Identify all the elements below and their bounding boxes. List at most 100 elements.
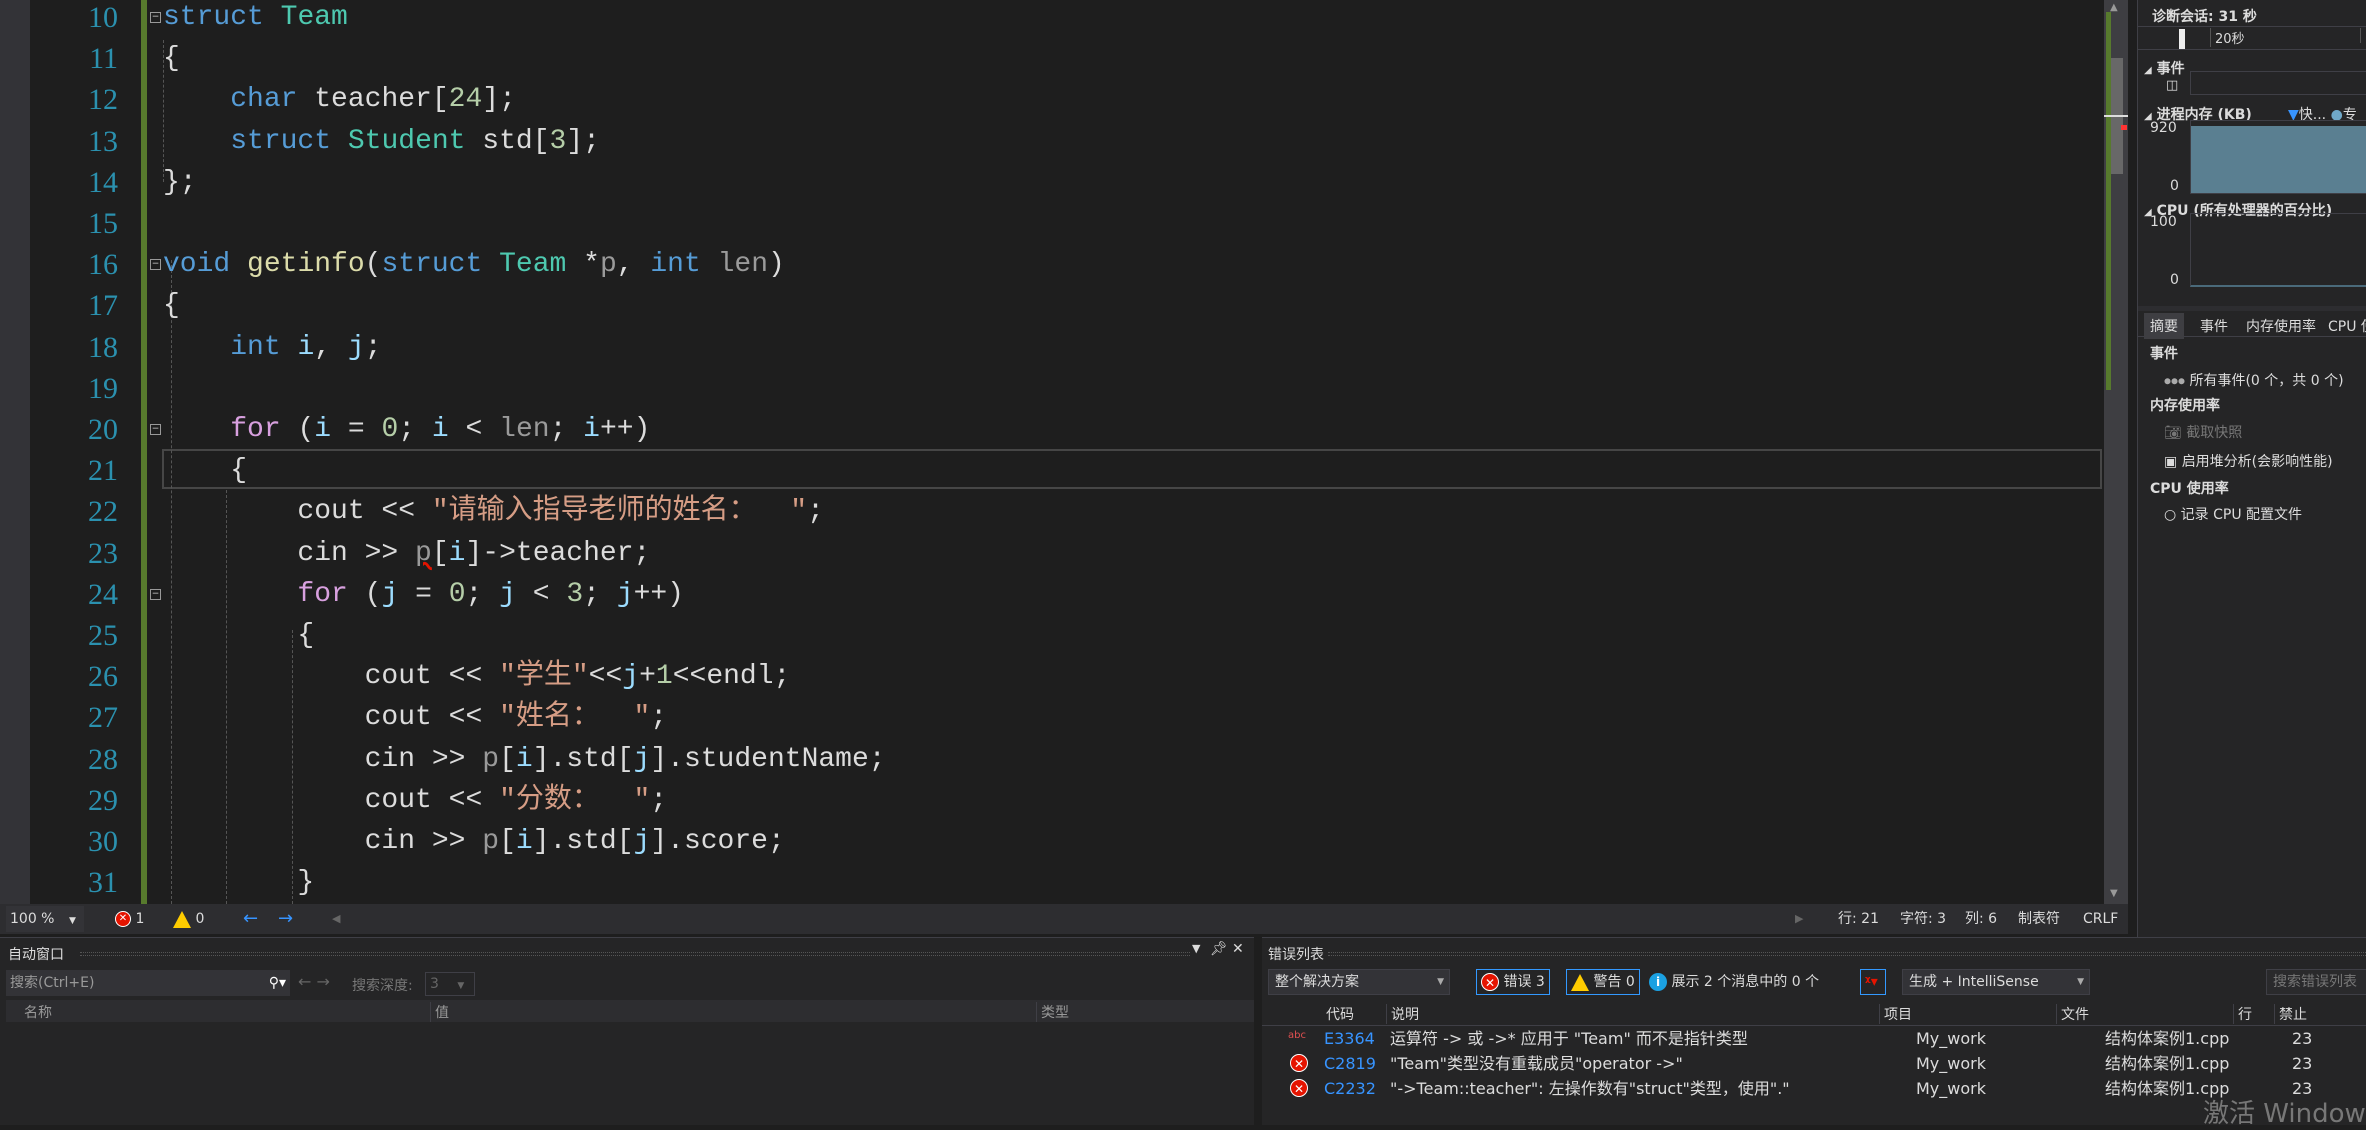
memory-usage-area [2191, 126, 2366, 193]
code-line[interactable]: cin >> p[i].std[j].studentName; [163, 739, 886, 780]
filter-button[interactable]: ᵡ▾ [1860, 969, 1886, 995]
error-search-input[interactable]: 搜索错误列表 [2266, 969, 2366, 995]
tab-cpu-usage[interactable]: CPU 使 [2328, 316, 2366, 336]
code-token: ; [364, 331, 382, 363]
pin-icon[interactable]: 📌︎ [1210, 941, 1228, 957]
column-code[interactable]: 代码 [1326, 1004, 1354, 1024]
take-snapshot-button[interactable]: 📷︎ 截取快照 [2164, 422, 2242, 442]
autos-search-input[interactable]: 搜索(Ctrl+E) ⚲▾ [6, 970, 290, 996]
editor-status-bar: 100 % ▼ ✕ 1 0 ← → ◀ ▶ 行: 21 字符: 3 列: 6 制… [0, 904, 2128, 934]
code-line[interactable]: { [163, 285, 180, 326]
messages-count: 展示 2 个消息中的 0 个 [1671, 974, 1820, 990]
code-line[interactable]: cout << "分数： "; [163, 780, 667, 821]
column-line[interactable]: 行 [2233, 1004, 2252, 1024]
error-icon: ✕ [1290, 1054, 1308, 1072]
diagnostics-tabs: 摘要 事件 内存使用率 CPU 使 [2138, 313, 2366, 339]
column-name[interactable]: 名称 [24, 1002, 52, 1022]
code-line[interactable]: int i, j; [163, 327, 382, 368]
code-token: for [297, 578, 348, 610]
tab-events[interactable]: 事件 [2200, 316, 2228, 336]
code-token: ( [280, 414, 315, 445]
fold-toggle-icon[interactable]: − [150, 259, 161, 271]
navigate-back-icon[interactable]: ← [243, 904, 258, 934]
error-code-link[interactable]: C2232 [1324, 1076, 1376, 1101]
fold-toggle-icon[interactable]: − [150, 12, 161, 23]
column-file[interactable]: 文件 [2056, 1004, 2089, 1024]
code-line[interactable]: } [163, 862, 314, 903]
code-line[interactable]: cout << "姓名： "; [163, 697, 667, 738]
column-value[interactable]: 值 [430, 1002, 449, 1022]
code-line[interactable]: struct Team [163, 0, 348, 38]
column-project[interactable]: 项目 [1879, 1004, 1912, 1024]
collapse-icon[interactable]: ◢ [2144, 65, 2152, 76]
code-line[interactable]: { [163, 38, 180, 79]
column-description[interactable]: 说明 [1386, 1004, 1419, 1024]
scroll-up-icon[interactable]: ▲ [2110, 2, 2118, 13]
zoom-dropdown[interactable]: 100 % ▼ [6, 906, 84, 932]
close-icon[interactable]: ✕ [1232, 941, 1244, 957]
tab-summary[interactable]: 摘要 [2144, 313, 2184, 339]
error-code-link[interactable]: C2819 [1324, 1051, 1376, 1076]
code-token: }; [163, 166, 197, 198]
record-cpu-profile-button[interactable]: ○ 记录 CPU 配置文件 [2164, 504, 2302, 524]
fold-toggle-icon[interactable]: − [150, 588, 161, 600]
code-line[interactable]: for (j = 0; j < 3; j++) [163, 574, 684, 615]
code-line[interactable]: }; [163, 162, 197, 203]
code-line[interactable]: for (i = 0; i < len; i++) [163, 409, 650, 450]
memory-chart[interactable] [2190, 120, 2366, 194]
errors-filter-button[interactable]: ✕ 错误 3 [1476, 969, 1550, 995]
column-suppression[interactable]: 禁止 [2274, 1004, 2307, 1024]
code-line[interactable]: char teacher[24]; [163, 79, 516, 120]
pause-icon[interactable]: ◫ [2166, 78, 2178, 93]
code-line[interactable]: cin >> p[i].std[j].score; [163, 821, 785, 862]
window-menu-icon[interactable]: ▼ [1192, 942, 1200, 955]
code-line[interactable]: cout << "学生"<<j+1<<endl; [163, 656, 791, 697]
line-number: 28 [88, 742, 118, 776]
scroll-right-icon[interactable]: ▶ [1795, 904, 1803, 934]
code-editor[interactable]: struct Team{ char teacher[24]; struct St… [0, 0, 2104, 904]
search-icon[interactable]: ⚲▾ [269, 970, 286, 996]
editor-warnings-indicator[interactable]: 0 [173, 904, 204, 934]
navigate-forward-icon[interactable]: → [278, 904, 293, 934]
code-token: ].score; [650, 826, 785, 857]
code-line[interactable]: struct Student std[3]; [163, 121, 600, 162]
tab-memory-usage[interactable]: 内存使用率 [2246, 316, 2316, 336]
splitter[interactable] [2138, 306, 2366, 311]
cursor-char: 字符: 3 [1900, 911, 1947, 927]
messages-filter-button[interactable]: i 展示 2 个消息中的 0 个 [1644, 969, 1824, 995]
code-line[interactable]: cout << "请输入指导老师的姓名： "; [163, 491, 823, 532]
code-line[interactable]: void getinfo(struct Team *p, int len) [163, 244, 785, 285]
scroll-down-icon[interactable]: ▼ [2110, 888, 2118, 899]
indent-mode[interactable]: 制表符 [2018, 904, 2060, 934]
enable-heap-profiling-button[interactable]: ▣ 启用堆分析(会影响性能) [2164, 451, 2333, 471]
search-back-icon[interactable]: ← → [298, 972, 330, 991]
timeline-ruler[interactable]: 20秒 3 [2138, 26, 2366, 50]
memory-axis-max: 920 [2150, 120, 2177, 136]
search-depth-dropdown[interactable]: 3 ▼ [425, 972, 475, 996]
error-row[interactable]: ✕ C2819 "Team"类型没有重载成员"operator ->" My_work… [1262, 1051, 2366, 1076]
code-line[interactable]: cin >> p[i]->teacher; [163, 533, 650, 574]
editor-vertical-scrollbar[interactable]: ▲ ▼ [2104, 0, 2128, 904]
current-line-highlight [162, 449, 2102, 489]
code-line[interactable]: { [163, 615, 314, 656]
code-token: p [599, 249, 617, 281]
column-type[interactable]: 类型 [1036, 1002, 1069, 1022]
warnings-filter-button[interactable]: 警告 0 [1566, 969, 1640, 995]
code-token: { [163, 620, 315, 651]
code-line[interactable]: { [163, 450, 247, 491]
error-row[interactable]: ✕ C2232 "->Team::teacher": 左操作数有"struct"类型… [1262, 1076, 2366, 1101]
scope-dropdown[interactable]: 整个解决方案 ▼ [1268, 969, 1450, 995]
timeline-selection-handle[interactable] [2179, 29, 2185, 49]
line-ending[interactable]: CRLF [2083, 904, 2118, 934]
error-row[interactable]: abc E3364 运算符 -> 或 ->* 应用于 "Team" 而不是指针类型 M… [1262, 1026, 2366, 1051]
cpu-axis-min: 0 [2170, 272, 2179, 288]
autos-column-header: 名称 值 类型 [6, 1000, 1254, 1022]
editor-errors-indicator[interactable]: ✕ 1 [115, 904, 144, 934]
scroll-left-icon[interactable]: ◀ [332, 904, 340, 934]
error-code-link[interactable]: E3364 [1324, 1026, 1375, 1051]
fold-toggle-icon[interactable]: − [150, 424, 161, 435]
source-dropdown[interactable]: 生成 + IntelliSense ▼ [1902, 969, 2090, 995]
all-events-link[interactable]: ⦁⦁⦁ 所有事件(0 个，共 0 个) [2164, 370, 2344, 390]
cpu-chart[interactable] [2190, 213, 2366, 287]
